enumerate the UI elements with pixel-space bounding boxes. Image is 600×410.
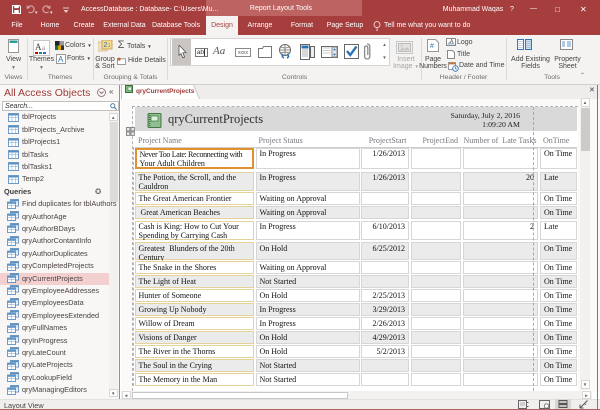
- svg-text:A: A: [58, 55, 64, 64]
- svg-text:2↓: 2↓: [104, 42, 111, 49]
- svg-text:✱: ✱: [117, 57, 121, 63]
- svg-text:#: #: [430, 43, 434, 50]
- svg-text:A: A: [35, 42, 42, 52]
